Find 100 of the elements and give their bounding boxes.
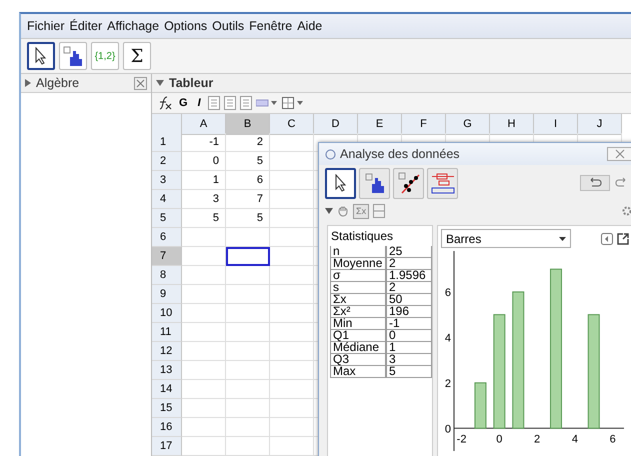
menu-item[interactable]: Options bbox=[164, 19, 208, 33]
bars-tool-button[interactable] bbox=[59, 42, 87, 70]
row-header[interactable]: 11 bbox=[152, 323, 182, 342]
table-cell bbox=[226, 418, 270, 437]
row-header[interactable]: 6 bbox=[152, 228, 182, 247]
row-header[interactable]: 9 bbox=[152, 285, 182, 304]
column-header[interactable]: G bbox=[446, 114, 490, 135]
scatter-tool-button[interactable] bbox=[393, 168, 424, 198]
column-header[interactable]: C bbox=[270, 114, 314, 135]
row-header[interactable]: 4 bbox=[152, 190, 182, 209]
row-header[interactable]: 13 bbox=[152, 361, 182, 380]
column-header[interactable]: A bbox=[182, 114, 226, 135]
pointer-tool-button[interactable] bbox=[325, 168, 356, 198]
row-header[interactable]: 5 bbox=[152, 209, 182, 228]
row-header[interactable]: 16 bbox=[152, 418, 182, 437]
collapse-arrow-icon[interactable] bbox=[325, 208, 333, 214]
table-cell bbox=[270, 304, 314, 323]
settings-icon[interactable] bbox=[621, 205, 631, 217]
table-cell bbox=[270, 266, 314, 285]
sum-tool-button[interactable]: Σ bbox=[123, 42, 151, 70]
align-icon[interactable] bbox=[208, 96, 220, 110]
table-cell: Max bbox=[330, 366, 386, 378]
table-cell bbox=[226, 285, 270, 304]
column-header[interactable]: D bbox=[314, 114, 358, 135]
row-header[interactable]: 14 bbox=[152, 380, 182, 399]
table-cell: Σx bbox=[330, 294, 386, 306]
menu-item[interactable]: Fichier bbox=[27, 19, 65, 33]
statistics-toggle[interactable]: Σx bbox=[353, 204, 370, 218]
collapse-arrow-icon[interactable] bbox=[156, 80, 164, 86]
row-header[interactable]: 12 bbox=[152, 342, 182, 361]
x-tick-label: -2 bbox=[456, 433, 466, 446]
italic-button[interactable]: I bbox=[194, 97, 204, 109]
menu-item[interactable]: Aide bbox=[297, 19, 322, 33]
bar bbox=[474, 382, 486, 429]
table-cell bbox=[270, 399, 314, 418]
row-header[interactable]: 3 bbox=[152, 171, 182, 190]
column-header[interactable]: E bbox=[358, 114, 402, 135]
table-cell: 5 bbox=[226, 152, 270, 171]
back-icon[interactable] bbox=[601, 232, 613, 244]
menu-item[interactable]: Éditer bbox=[70, 19, 102, 33]
table-cell bbox=[270, 342, 314, 361]
close-icon[interactable] bbox=[607, 147, 631, 161]
column-header[interactable]: H bbox=[490, 114, 534, 135]
undo-icon[interactable] bbox=[580, 175, 610, 191]
border-dropdown-icon[interactable] bbox=[282, 97, 304, 109]
y-tick-label: 4 bbox=[444, 332, 451, 344]
table-cell bbox=[270, 285, 314, 304]
table-cell bbox=[270, 171, 314, 190]
column-header[interactable]: J bbox=[578, 114, 622, 135]
menu-item[interactable]: Affichage bbox=[107, 19, 160, 33]
box-plot-icon bbox=[430, 172, 454, 194]
bars-tool-button[interactable] bbox=[359, 168, 390, 198]
column-header[interactable]: F bbox=[402, 114, 446, 135]
caret-icon bbox=[559, 236, 566, 240]
column-header[interactable]: B bbox=[226, 114, 270, 135]
table-cell: 5 bbox=[182, 209, 226, 228]
table-cell bbox=[182, 418, 226, 437]
table-cell bbox=[270, 133, 314, 152]
menu-item[interactable]: Outils bbox=[212, 19, 244, 33]
table-cell bbox=[182, 380, 226, 399]
row-header[interactable]: 7 bbox=[152, 247, 182, 266]
table-cell bbox=[226, 380, 270, 399]
app-icon bbox=[325, 148, 336, 160]
row-header[interactable]: 8 bbox=[152, 266, 182, 285]
chart-type-dropdown[interactable]: Barres bbox=[441, 229, 571, 248]
table-cell bbox=[182, 361, 226, 380]
table-cell: 5 bbox=[386, 366, 432, 378]
table-cell: 1 bbox=[182, 171, 226, 190]
table-cell: 2 bbox=[226, 133, 270, 152]
expand-arrow-icon[interactable] bbox=[25, 79, 31, 87]
table-cell bbox=[182, 323, 226, 342]
color-dropdown-icon[interactable] bbox=[256, 98, 278, 108]
table-cell bbox=[226, 323, 270, 342]
table-cell: 2 bbox=[386, 258, 432, 270]
table-cell: -1 bbox=[182, 133, 226, 152]
list-tool-button[interactable]: {1,2} bbox=[91, 42, 119, 70]
align-icon[interactable] bbox=[224, 96, 236, 110]
table-cell: 1.9596 bbox=[386, 270, 432, 282]
hand-icon[interactable] bbox=[337, 205, 349, 217]
table-cell: 0 bbox=[182, 152, 226, 171]
pointer-tool-button[interactable] bbox=[27, 42, 55, 70]
table-cell bbox=[270, 437, 314, 456]
table-cell: Σx² bbox=[330, 306, 386, 318]
boxplot-tool-button[interactable] bbox=[427, 168, 458, 198]
close-icon[interactable] bbox=[134, 76, 147, 90]
table-cell: 1 bbox=[386, 342, 432, 354]
align-icon[interactable] bbox=[240, 96, 252, 110]
selected-cell[interactable] bbox=[226, 247, 270, 266]
row-header[interactable]: 2 bbox=[152, 152, 182, 171]
bold-button[interactable]: G bbox=[176, 97, 191, 109]
row-header[interactable]: 10 bbox=[152, 304, 182, 323]
pointer-icon bbox=[332, 174, 348, 192]
export-icon[interactable] bbox=[617, 232, 629, 244]
row-header[interactable]: 1 bbox=[152, 133, 182, 152]
column-header[interactable]: I bbox=[534, 114, 578, 135]
table-cell bbox=[270, 209, 314, 228]
table-cell bbox=[182, 285, 226, 304]
menu-item[interactable]: Fenêtre bbox=[249, 19, 292, 33]
row-header[interactable]: 15 bbox=[152, 399, 182, 418]
row-header[interactable]: 17 bbox=[152, 437, 182, 456]
